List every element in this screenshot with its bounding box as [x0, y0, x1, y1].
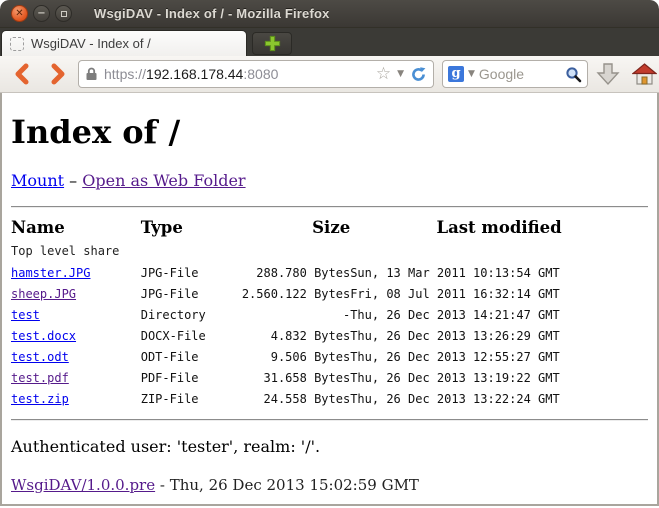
table-row: test.pdf PDF-File 31.658 Bytes Thu, 26 D… — [11, 367, 648, 388]
search-bar[interactable]: g ▼ Google — [442, 60, 588, 88]
directory-table-header: Name Type Size Last modified — [11, 214, 648, 240]
divider-bottom — [11, 419, 648, 421]
file-modified: Thu, 26 Dec 2013 13:22:24 GMT — [350, 388, 648, 409]
home-icon — [632, 63, 657, 86]
file-size: 2.560.122 Bytes — [242, 283, 350, 304]
page-title: Index of / — [11, 113, 648, 151]
column-header-name: Name — [11, 214, 141, 240]
file-type: DOCX-File — [141, 325, 242, 346]
urlbar-dropdown-icon[interactable]: ▼ — [397, 69, 404, 79]
file-size: 9.506 Bytes — [242, 346, 350, 367]
authenticated-user-line: Authenticated user: 'tester', realm: '/'… — [11, 437, 648, 456]
navigation-toolbar: https://192.168.178.44:8080 ☆ ▼ g ▼ Goog… — [0, 56, 659, 93]
file-modified: Thu, 26 Dec 2013 13:26:29 GMT — [350, 325, 648, 346]
version-line: WsgiDAV/1.0.0.pre - Thu, 26 Dec 2013 15:… — [11, 476, 648, 494]
close-icon[interactable]: ✕ — [11, 5, 28, 22]
file-modified: Thu, 26 Dec 2013 13:19:22 GMT — [350, 367, 648, 388]
file-type: ODT-File — [141, 346, 242, 367]
file-type: Directory — [141, 304, 242, 325]
forward-arrow-icon — [47, 62, 69, 86]
search-engine-dropdown-icon[interactable]: ▼ — [468, 69, 475, 79]
tab-label: WsgiDAV - Index of / — [31, 36, 151, 51]
table-row: test.docx DOCX-File 4.832 Bytes Thu, 26 … — [11, 325, 648, 346]
open-as-web-folder-link[interactable]: Open as Web Folder — [82, 171, 245, 190]
file-link[interactable]: test — [11, 308, 40, 322]
back-button[interactable] — [6, 59, 38, 89]
table-row: hamster.JPG JPG-File 288.780 Bytes Sun, … — [11, 262, 648, 283]
file-size: 24.558 Bytes — [242, 388, 350, 409]
forward-button[interactable] — [42, 59, 74, 89]
url-scheme: https:// — [104, 66, 146, 82]
table-row: test.zip ZIP-File 24.558 Bytes Thu, 26 D… — [11, 388, 648, 409]
file-link[interactable]: test.zip — [11, 392, 69, 406]
column-header-modified: Last modified — [350, 214, 648, 240]
file-size: 288.780 Bytes — [242, 262, 350, 283]
maximize-glyph — [61, 11, 67, 17]
titlebar: ✕ − WsgiDAV - Index of / - Mozilla Firef… — [0, 0, 659, 28]
mount-link[interactable]: Mount — [11, 171, 64, 190]
google-engine-icon[interactable]: g — [448, 66, 464, 82]
file-link[interactable]: test.pdf — [11, 371, 69, 385]
plus-icon — [264, 35, 281, 52]
new-tab-button[interactable] — [252, 32, 292, 55]
link-separator: – — [64, 171, 82, 190]
file-size: 4.832 Bytes — [242, 325, 350, 346]
file-size: - — [242, 304, 350, 325]
url-text[interactable]: https://192.168.178.44:8080 — [104, 66, 370, 82]
mount-links-line: Mount – Open as Web Folder — [11, 171, 648, 190]
reload-icon[interactable] — [410, 66, 427, 83]
tab-bar: WsgiDAV - Index of / — [0, 28, 659, 56]
url-bar[interactable]: https://192.168.178.44:8080 ☆ ▼ — [78, 60, 434, 88]
share-label-row: Top level share — [11, 240, 648, 262]
file-size: 31.658 Bytes — [242, 367, 350, 388]
minimize-icon[interactable]: − — [33, 5, 50, 22]
directory-table: Name Type Size Last modified Top level s… — [11, 214, 648, 409]
search-input[interactable]: Google — [479, 66, 561, 82]
column-header-size: Size — [242, 214, 350, 240]
file-type: ZIP-File — [141, 388, 242, 409]
share-label: Top level share — [11, 240, 648, 262]
file-link[interactable]: hamster.JPG — [11, 266, 90, 280]
download-arrow-icon — [596, 62, 620, 87]
browser-window: ✕ − WsgiDAV - Index of / - Mozilla Firef… — [0, 0, 659, 508]
file-modified: Thu, 26 Dec 2013 14:21:47 GMT — [350, 304, 648, 325]
file-link[interactable]: sheep.JPG — [11, 287, 76, 301]
favicon-placeholder-icon — [10, 37, 24, 51]
divider-top — [11, 206, 648, 208]
file-type: PDF-File — [141, 367, 242, 388]
table-row: test.odt ODT-File 9.506 Bytes Thu, 26 De… — [11, 346, 648, 367]
window-bottom-border — [0, 504, 659, 506]
maximize-icon[interactable] — [55, 5, 72, 22]
window-title: WsgiDAV - Index of / - Mozilla Firefox — [94, 6, 330, 21]
file-type: JPG-File — [141, 262, 242, 283]
file-type: JPG-File — [141, 283, 242, 304]
column-header-type: Type — [141, 214, 242, 240]
file-modified: Thu, 26 Dec 2013 12:55:27 GMT — [350, 346, 648, 367]
file-link[interactable]: test.odt — [11, 350, 69, 364]
file-modified: Fri, 08 Jul 2011 16:32:14 GMT — [350, 283, 648, 304]
wsgidav-version-link[interactable]: WsgiDAV/1.0.0.pre — [11, 476, 155, 494]
url-host: 192.168.178.44 — [146, 66, 243, 82]
home-button[interactable] — [628, 59, 659, 89]
version-timestamp: - Thu, 26 Dec 2013 15:02:59 GMT — [155, 476, 419, 494]
downloads-button[interactable] — [592, 59, 624, 89]
tab-wsgidav[interactable]: WsgiDAV - Index of / — [1, 30, 247, 56]
search-icon[interactable] — [565, 66, 582, 83]
url-port: :8080 — [243, 66, 278, 82]
back-arrow-icon — [11, 62, 33, 86]
file-modified: Sun, 13 Mar 2011 10:13:54 GMT — [350, 262, 648, 283]
lock-icon — [85, 67, 98, 81]
page-content: Index of / Mount – Open as Web Folder Na… — [0, 93, 659, 504]
table-row: test Directory - Thu, 26 Dec 2013 14:21:… — [11, 304, 648, 325]
table-row: sheep.JPG JPG-File 2.560.122 Bytes Fri, … — [11, 283, 648, 304]
bookmark-star-icon[interactable]: ☆ — [376, 66, 391, 83]
file-link[interactable]: test.docx — [11, 329, 76, 343]
